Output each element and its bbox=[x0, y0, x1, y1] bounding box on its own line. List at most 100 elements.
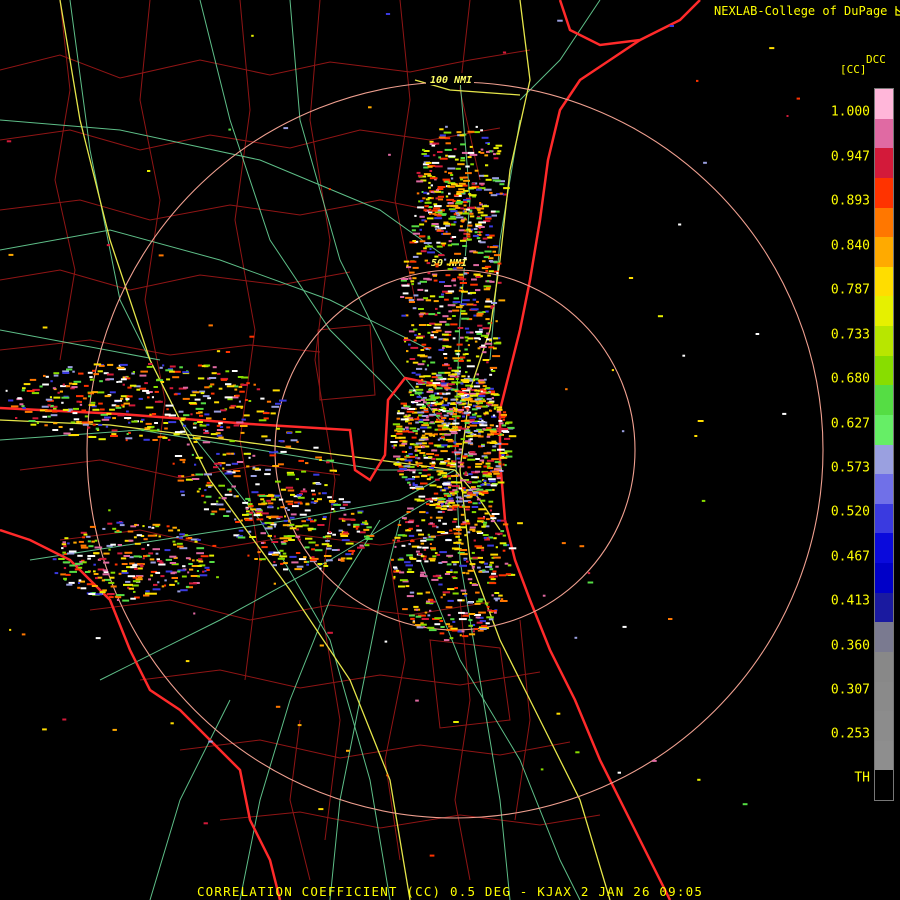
radar-echo bbox=[502, 418, 505, 421]
radar-echo bbox=[36, 422, 39, 424]
radar-echo bbox=[443, 414, 449, 417]
radar-echo bbox=[495, 599, 498, 602]
radar-echo bbox=[218, 508, 226, 511]
radar-echo bbox=[485, 269, 488, 272]
radar-echo bbox=[452, 620, 456, 623]
radar-echo bbox=[78, 540, 84, 543]
radar-echo bbox=[432, 154, 436, 157]
radar-echo bbox=[253, 514, 261, 517]
radar-echo bbox=[459, 634, 462, 637]
radar-echo bbox=[496, 519, 502, 522]
radar-echo bbox=[187, 571, 190, 574]
radar-echo bbox=[463, 272, 468, 275]
color-scale-segment bbox=[875, 622, 893, 652]
radar-echo bbox=[486, 361, 489, 364]
radar-echo bbox=[404, 561, 411, 564]
radar-echo bbox=[493, 157, 499, 160]
radar-echo bbox=[453, 148, 457, 151]
radar-echo bbox=[152, 548, 160, 551]
radar-echo bbox=[433, 326, 441, 329]
radar-echo bbox=[456, 201, 464, 203]
radar-echo bbox=[116, 529, 120, 532]
radar-echo bbox=[315, 544, 319, 547]
radar-echo bbox=[419, 511, 426, 514]
radar-echo bbox=[469, 419, 475, 422]
radar-echo bbox=[467, 578, 473, 581]
radar-echo bbox=[416, 592, 423, 595]
radar-echo bbox=[447, 588, 455, 591]
radar-echo bbox=[273, 525, 276, 528]
radar-echo bbox=[304, 546, 310, 549]
radar-echo bbox=[166, 378, 171, 381]
radar-echo bbox=[456, 416, 460, 419]
radar-echo bbox=[107, 363, 114, 366]
radar-echo bbox=[169, 555, 177, 558]
radar-echo bbox=[482, 260, 486, 263]
radar-echo bbox=[490, 517, 497, 520]
radar-echo bbox=[428, 313, 436, 316]
color-scale-segment bbox=[875, 148, 893, 178]
radar-echo bbox=[439, 462, 446, 465]
radar-echo bbox=[436, 470, 444, 473]
radar-echo bbox=[145, 590, 150, 593]
radar-echo bbox=[362, 521, 368, 524]
legend-label: 0.680 bbox=[830, 371, 870, 387]
radar-echo bbox=[432, 410, 436, 413]
radar-echo bbox=[416, 192, 420, 195]
radar-echo bbox=[182, 371, 189, 374]
radar-echo bbox=[495, 465, 501, 468]
radar-echo bbox=[493, 153, 496, 156]
radar-echo bbox=[458, 538, 462, 541]
radar-echo bbox=[415, 373, 421, 376]
radar-echo bbox=[697, 778, 701, 781]
radar-echo bbox=[481, 344, 485, 347]
radar-echo bbox=[22, 407, 26, 410]
radar-echo bbox=[274, 494, 281, 497]
radar-echo bbox=[476, 407, 481, 410]
radar-echo bbox=[238, 529, 244, 532]
radar-echo bbox=[385, 13, 391, 15]
radar-echo bbox=[451, 236, 457, 238]
radar-echo bbox=[114, 563, 118, 566]
radar-echo bbox=[388, 153, 391, 156]
radar-echo bbox=[438, 500, 445, 503]
color-scale-segment bbox=[875, 533, 893, 563]
radar-echo bbox=[471, 551, 475, 554]
radar-echo bbox=[415, 432, 418, 435]
radar-echo bbox=[228, 128, 231, 131]
radar-echo bbox=[206, 417, 212, 420]
radar-echo bbox=[241, 383, 248, 386]
radar-echo bbox=[437, 198, 443, 201]
radar-echo bbox=[489, 509, 492, 512]
radar-echo bbox=[393, 455, 401, 458]
radar-echo bbox=[445, 195, 449, 198]
legend-label: 0.947 bbox=[830, 149, 870, 165]
radar-echo bbox=[415, 336, 424, 339]
radar-echo bbox=[477, 251, 484, 254]
radar-echo bbox=[417, 206, 425, 209]
radar-echo bbox=[407, 568, 412, 571]
radar-echo bbox=[364, 535, 368, 538]
radar-echo bbox=[177, 545, 184, 548]
radar-echo bbox=[657, 315, 663, 318]
radar-echo bbox=[429, 170, 433, 172]
legend-label: 0.787 bbox=[830, 282, 870, 298]
radar-echo bbox=[491, 513, 500, 515]
radar-echo bbox=[452, 445, 459, 448]
radar-echo bbox=[399, 571, 405, 574]
radar-echo bbox=[308, 517, 312, 520]
radar-echo bbox=[62, 408, 69, 411]
radar-echo bbox=[408, 343, 411, 346]
color-scale-bar bbox=[874, 88, 894, 801]
color-scale-segment bbox=[875, 177, 893, 208]
radar-echo bbox=[452, 200, 456, 203]
radar-echo bbox=[182, 397, 190, 400]
radar-echo bbox=[485, 234, 490, 236]
radar-echo bbox=[500, 428, 509, 430]
radar-echo bbox=[154, 400, 163, 403]
radar-echo bbox=[444, 298, 449, 301]
radar-echo bbox=[224, 493, 233, 496]
radar-echo bbox=[261, 546, 268, 549]
radar-echo bbox=[258, 494, 267, 497]
radar-echo bbox=[475, 289, 481, 292]
